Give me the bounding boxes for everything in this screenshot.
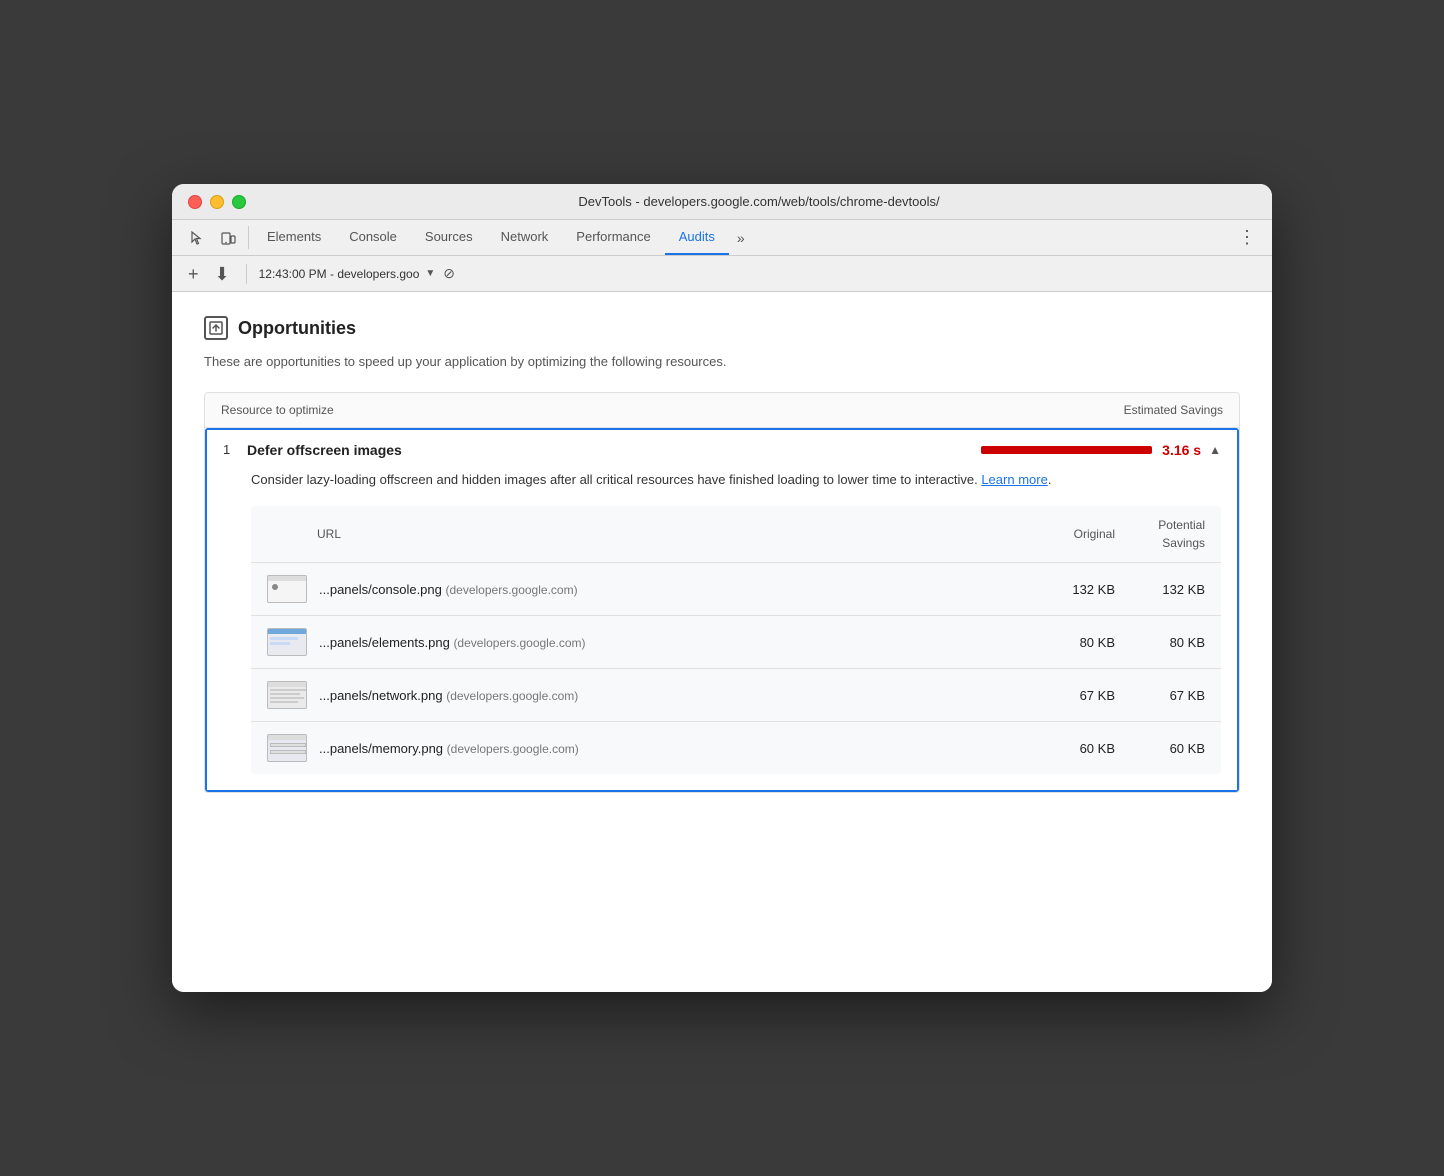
url-domain: (developers.google.com): [446, 583, 578, 597]
main-content: Opportunities These are opportunities to…: [172, 292, 1272, 992]
no-entry-icon[interactable]: ⊘: [443, 265, 455, 282]
toolbar-divider-2: [246, 264, 247, 284]
url-text: 12:43:00 PM - developers.goo: [259, 267, 420, 281]
section-description: These are opportunities to speed up your…: [204, 352, 1240, 372]
opportunity-row-1: 1 Defer offscreen images 3.16 s ▲ Consid…: [205, 428, 1239, 793]
sub-savings: 80 KB: [1115, 635, 1205, 650]
url-path: ...panels/network.png: [319, 688, 443, 703]
inspect-icon-button[interactable]: [180, 220, 212, 255]
thumbnail-console: [267, 575, 307, 603]
maximize-button[interactable]: [232, 195, 246, 209]
sub-savings: 60 KB: [1115, 741, 1205, 756]
sub-table-row: ...panels/elements.png (developers.googl…: [251, 616, 1221, 669]
sub-savings: 67 KB: [1115, 688, 1205, 703]
devtools-tabs: Elements Console Sources Network Perform…: [172, 220, 1272, 256]
row-expanded: Consider lazy-loading offscreen and hidd…: [207, 470, 1237, 791]
sub-url: ...panels/console.png (developers.google…: [307, 582, 1025, 597]
url-domain: (developers.google.com): [453, 636, 585, 650]
savings-bar: [981, 446, 1152, 454]
sub-col-url-header: URL: [317, 527, 1025, 541]
export-icon: [209, 321, 223, 335]
settings-button[interactable]: ⋮: [1230, 220, 1264, 255]
section-header: Opportunities: [204, 316, 1240, 340]
sub-col-savings-header: PotentialSavings: [1115, 516, 1205, 552]
tab-network[interactable]: Network: [487, 220, 563, 255]
row-label: Defer offscreen images: [247, 442, 981, 458]
row-bar-container: 3.16 s: [981, 442, 1201, 458]
device-icon: [220, 230, 236, 246]
col-resource-header: Resource to optimize: [221, 403, 1023, 417]
url-domain: (developers.google.com): [446, 689, 578, 703]
sub-table: URL Original PotentialSavings ...panels/…: [251, 506, 1221, 774]
sub-original: 132 KB: [1025, 582, 1115, 597]
thumbnail-elements: [267, 628, 307, 656]
url-display: 12:43:00 PM - developers.goo ▼: [259, 267, 436, 281]
close-button[interactable]: [188, 195, 202, 209]
tab-sources[interactable]: Sources: [411, 220, 487, 255]
sub-original: 60 KB: [1025, 741, 1115, 756]
three-dots-icon: ⋮: [1238, 227, 1256, 248]
learn-more-link[interactable]: Learn more: [981, 472, 1047, 487]
window-title: DevTools - developers.google.com/web/too…: [262, 194, 1256, 209]
row-time: 3.16 s: [1162, 442, 1201, 458]
col-savings-header: Estimated Savings: [1023, 403, 1223, 417]
tab-performance[interactable]: Performance: [562, 220, 664, 255]
url-domain: (developers.google.com): [447, 742, 579, 756]
window-controls: [188, 195, 246, 209]
download-button[interactable]: ⬇: [211, 265, 234, 283]
sub-url: ...panels/memory.png (developers.google.…: [307, 741, 1025, 756]
sub-table-row: ...panels/memory.png (developers.google.…: [251, 722, 1221, 774]
url-path: ...panels/elements.png: [319, 635, 450, 650]
device-toolbar-button[interactable]: [212, 220, 244, 255]
url-path: ...panels/console.png: [319, 582, 442, 597]
tab-audits[interactable]: Audits: [665, 220, 729, 255]
minimize-button[interactable]: [210, 195, 224, 209]
sub-url: ...panels/elements.png (developers.googl…: [307, 635, 1025, 650]
chevron-down-icon[interactable]: ▼: [425, 268, 435, 279]
sub-table-row: ...panels/network.png (developers.google…: [251, 669, 1221, 722]
more-tabs-button[interactable]: »: [729, 220, 753, 255]
sub-url: ...panels/network.png (developers.google…: [307, 688, 1025, 703]
tab-elements[interactable]: Elements: [253, 220, 335, 255]
devtools-window: DevTools - developers.google.com/web/too…: [172, 184, 1272, 992]
sub-table-header: URL Original PotentialSavings: [251, 506, 1221, 563]
sub-original: 67 KB: [1025, 688, 1115, 703]
table-header: Resource to optimize Estimated Savings: [205, 393, 1239, 428]
thumbnail-memory: [267, 734, 307, 762]
sub-col-original-header: Original: [1025, 527, 1115, 541]
sub-original: 80 KB: [1025, 635, 1115, 650]
tab-console[interactable]: Console: [335, 220, 411, 255]
add-button[interactable]: +: [184, 265, 203, 283]
sub-rows-container: ...panels/console.png (developers.google…: [251, 563, 1221, 774]
opportunities-table: Resource to optimize Estimated Savings 1…: [204, 392, 1240, 794]
row-description: Consider lazy-loading offscreen and hidd…: [251, 470, 1221, 491]
thumbnail-network: [267, 681, 307, 709]
sub-table-row: ...panels/console.png (developers.google…: [251, 563, 1221, 616]
section-title: Opportunities: [238, 318, 356, 339]
toolbar-divider: [248, 226, 249, 249]
secondary-toolbar: + ⬇ 12:43:00 PM - developers.goo ▼ ⊘: [172, 256, 1272, 292]
chevron-up-icon[interactable]: ▲: [1209, 443, 1221, 457]
sub-savings: 132 KB: [1115, 582, 1205, 597]
row-number: 1: [223, 442, 247, 457]
cursor-icon: [188, 230, 204, 246]
url-path: ...panels/memory.png: [319, 741, 443, 756]
title-bar: DevTools - developers.google.com/web/too…: [172, 184, 1272, 220]
opportunities-icon: [204, 316, 228, 340]
row-main-1[interactable]: 1 Defer offscreen images 3.16 s ▲: [207, 430, 1237, 470]
